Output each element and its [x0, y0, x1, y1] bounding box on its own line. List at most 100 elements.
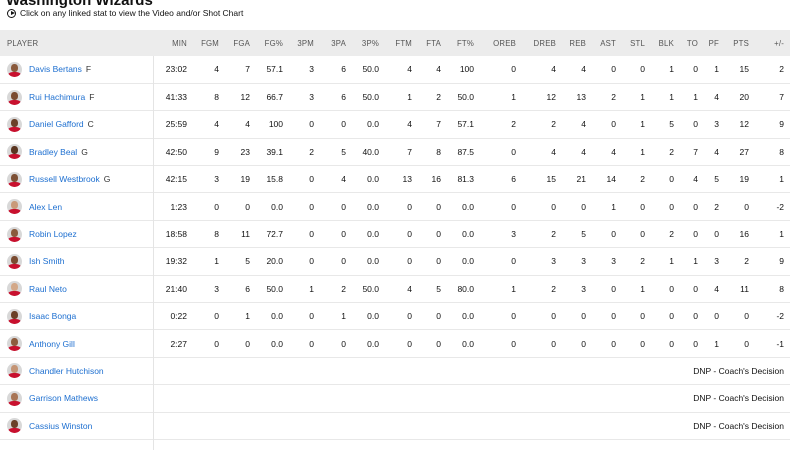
stat-reb[interactable]: 3: [562, 248, 592, 275]
player-name-link[interactable]: Bradley Beal: [29, 147, 77, 157]
stat-reb[interactable]: 4: [562, 111, 592, 138]
player-name-link[interactable]: Davis Bertans: [29, 64, 82, 74]
stat-fga[interactable]: 4: [225, 111, 256, 138]
stat-fga[interactable]: 5: [225, 248, 256, 275]
stat-fgm[interactable]: 8: [193, 220, 225, 247]
stat-blk[interactable]: 1: [651, 83, 680, 110]
stat-stl[interactable]: 1: [622, 83, 651, 110]
stat-ast[interactable]: 14: [592, 166, 622, 193]
column-header-fgm[interactable]: FGM: [193, 30, 225, 56]
stat-reb[interactable]: 13: [562, 83, 592, 110]
column-header-ft[interactable]: FT%: [447, 30, 480, 56]
stat-reb[interactable]: 21: [562, 166, 592, 193]
column-header-to[interactable]: TO: [680, 30, 704, 56]
stat-dreb[interactable]: 15: [522, 166, 562, 193]
stat-3pa[interactable]: 6: [320, 83, 352, 110]
stat-fga[interactable]: 19: [225, 166, 256, 193]
player-name-link[interactable]: Rui Hachimura: [29, 92, 85, 102]
stat-3pm[interactable]: 1: [289, 275, 320, 302]
stat-oreb[interactable]: 6: [480, 166, 522, 193]
column-header-min[interactable]: MIN: [153, 30, 193, 56]
stat-3pm[interactable]: 3: [289, 56, 320, 83]
player-name-link[interactable]: Chandler Hutchison: [29, 366, 104, 376]
stat-reb[interactable]: 3: [562, 275, 592, 302]
stat-fgm[interactable]: 9: [193, 138, 225, 165]
stat-oreb[interactable]: 2: [480, 111, 522, 138]
stat-blk[interactable]: 2: [651, 220, 680, 247]
stat-dreb[interactable]: 2: [522, 111, 562, 138]
player-name-link[interactable]: Cassius Winston: [29, 421, 92, 431]
stat-ast[interactable]: 2: [592, 83, 622, 110]
stat-blk[interactable]: 5: [651, 111, 680, 138]
stat-reb[interactable]: 5: [562, 220, 592, 247]
stat-stl[interactable]: 1: [622, 275, 651, 302]
stat-3pa[interactable]: 2: [320, 275, 352, 302]
player-name-link[interactable]: Alex Len: [29, 202, 62, 212]
player-name-link[interactable]: Garrison Mathews: [29, 393, 98, 403]
column-header-fta[interactable]: FTA: [418, 30, 447, 56]
stat-3pm[interactable]: 3: [289, 83, 320, 110]
column-header-ftm[interactable]: FTM: [385, 30, 418, 56]
stat-fgm[interactable]: 4: [193, 56, 225, 83]
player-name-link[interactable]: Raul Neto: [29, 284, 67, 294]
player-name-link[interactable]: Isaac Bonga: [29, 311, 76, 321]
stat-fgm[interactable]: 3: [193, 166, 225, 193]
player-name-link[interactable]: Robin Lopez: [29, 229, 77, 239]
column-header-pf[interactable]: PF: [704, 30, 725, 56]
stat-fga[interactable]: 12: [225, 83, 256, 110]
stat-stl[interactable]: 2: [622, 166, 651, 193]
stat-3pa[interactable]: 6: [320, 56, 352, 83]
stat-dreb[interactable]: 4: [522, 56, 562, 83]
stat-3pa[interactable]: 4: [320, 166, 352, 193]
player-name-link[interactable]: Anthony Gill: [29, 339, 75, 349]
stat-fga[interactable]: 23: [225, 138, 256, 165]
stat-ast[interactable]: 1: [592, 193, 622, 220]
stat-fga[interactable]: 6: [225, 275, 256, 302]
stat-reb[interactable]: 4: [562, 56, 592, 83]
stat-dreb[interactable]: 2: [522, 275, 562, 302]
column-header-ast[interactable]: AST: [592, 30, 622, 56]
stat-dreb[interactable]: 4: [522, 138, 562, 165]
column-header-player[interactable]: PLAYER: [0, 30, 153, 56]
stat-3pm[interactable]: 2: [289, 138, 320, 165]
stat-oreb[interactable]: 1: [480, 83, 522, 110]
stat-fga[interactable]: 7: [225, 56, 256, 83]
stat-3pa[interactable]: 1: [320, 303, 352, 330]
stat-3pa[interactable]: 5: [320, 138, 352, 165]
stat-stl[interactable]: 1: [622, 111, 651, 138]
column-header-3pm[interactable]: 3PM: [289, 30, 320, 56]
stat-dreb[interactable]: 12: [522, 83, 562, 110]
stat-fgm[interactable]: 4: [193, 111, 225, 138]
stat-dreb[interactable]: 2: [522, 220, 562, 247]
column-header-fg[interactable]: FG%: [256, 30, 289, 56]
stat-fgm[interactable]: 8: [193, 83, 225, 110]
column-header-pts[interactable]: PTS: [725, 30, 755, 56]
column-header-3p[interactable]: 3P%: [352, 30, 385, 56]
stat-oreb[interactable]: 3: [480, 220, 522, 247]
stat-dreb[interactable]: 3: [522, 248, 562, 275]
column-header-plus-minus[interactable]: +/-: [755, 30, 790, 56]
column-header-stl[interactable]: STL: [622, 30, 651, 56]
stat-ast[interactable]: 3: [592, 248, 622, 275]
column-header-fga[interactable]: FGA: [225, 30, 256, 56]
stat-stl[interactable]: 1: [622, 138, 651, 165]
stat-fga[interactable]: 1: [225, 303, 256, 330]
stat-reb[interactable]: 4: [562, 138, 592, 165]
stat-oreb[interactable]: 1: [480, 275, 522, 302]
player-name-link[interactable]: Ish Smith: [29, 256, 64, 266]
stat-blk[interactable]: 1: [651, 248, 680, 275]
stat-blk[interactable]: 2: [651, 138, 680, 165]
stat-ast[interactable]: 4: [592, 138, 622, 165]
player-name-link[interactable]: Daniel Gafford: [29, 119, 84, 129]
stat-fgm[interactable]: 3: [193, 275, 225, 302]
stat-stl[interactable]: 2: [622, 248, 651, 275]
stat-blk[interactable]: 1: [651, 56, 680, 83]
column-header-blk[interactable]: BLK: [651, 30, 680, 56]
column-header-reb[interactable]: REB: [562, 30, 592, 56]
column-header-3pa[interactable]: 3PA: [320, 30, 352, 56]
column-header-dreb[interactable]: DREB: [522, 30, 562, 56]
player-name-link[interactable]: Russell Westbrook: [29, 174, 100, 184]
stat-fgm[interactable]: 1: [193, 248, 225, 275]
column-header-oreb[interactable]: OREB: [480, 30, 522, 56]
stat-fga[interactable]: 11: [225, 220, 256, 247]
